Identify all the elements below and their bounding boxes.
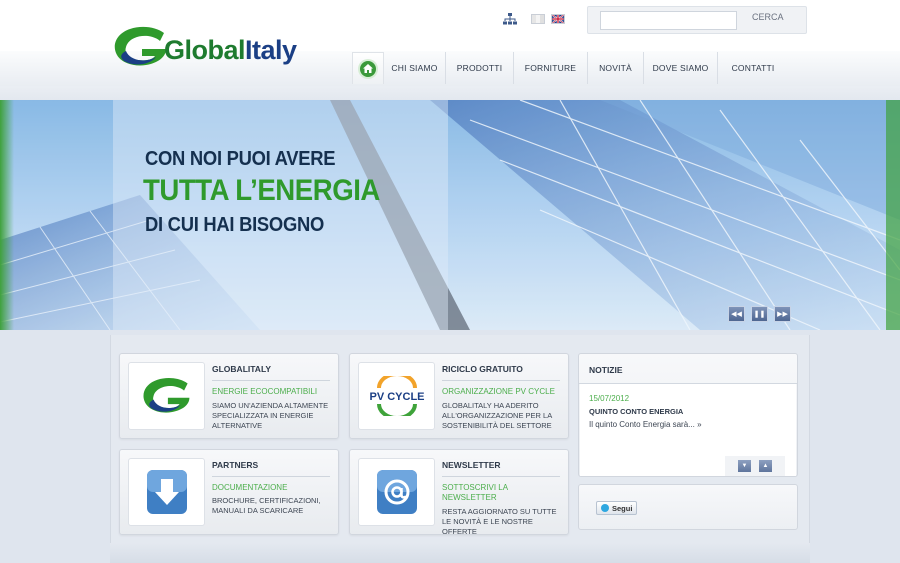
card-subtitle[interactable]: SOTTOSCRIVI LA NEWSLETTER — [442, 483, 552, 503]
main-nav: CHI SIAMO PRODOTTI FORNITURE NOVITÀ DOVE… — [352, 52, 788, 84]
card-text: GLOBALITALY HA ADERITO ALL'ORGANIZZAZION… — [442, 401, 552, 430]
top-utility-icons — [503, 13, 565, 25]
card-subtitle[interactable]: ENERGIE ECOCOMPATIBILI — [212, 387, 332, 397]
flag-uk-icon[interactable] — [551, 14, 565, 24]
card-thumb: PV CYCLE — [358, 362, 435, 430]
divider — [442, 476, 560, 477]
nav-item-dove-siamo[interactable]: DOVE SIAMO — [644, 52, 718, 84]
search-box: CERCA — [587, 6, 807, 34]
nav-home[interactable] — [352, 52, 384, 84]
globalitaly-logo-icon — [142, 377, 189, 413]
news-date: 15/07/2012 — [589, 394, 630, 403]
nav-item-chi-siamo[interactable]: CHI SIAMO — [384, 52, 446, 84]
news-box: NOTIZIE 15/07/2012 QUINTO CONTO ENERGIA … — [578, 353, 798, 477]
news-excerpt[interactable]: Il quinto Conto Energia sarà... » — [589, 420, 702, 429]
news-title: NOTIZIE — [589, 365, 623, 375]
social-box: Segui — [578, 484, 798, 530]
next-icon[interactable]: ▶▶ — [774, 306, 791, 322]
card-partners[interactable]: PARTNERS DOCUMENTAZIONE BROCHURE, CERTIF… — [119, 449, 339, 535]
card-title: RICICLO GRATUITO — [442, 364, 523, 374]
card-globalitaly[interactable]: GLOBALITALY ENERGIE ECOCOMPATIBILI SIAMO… — [119, 353, 339, 439]
card-title: PARTNERS — [212, 460, 259, 470]
card-subtitle[interactable]: DOCUMENTAZIONE — [212, 483, 332, 493]
twitter-follow-button[interactable]: Segui — [596, 501, 638, 515]
hero-headline-line1: CON NOI PUOI AVERE — [145, 148, 336, 170]
card-title: GLOBALITALY — [212, 364, 272, 374]
pv-cycle-logo-text: PV CYCLE — [369, 391, 424, 403]
card-newsletter[interactable]: NEWSLETTER SOTTOSCRIVI LA NEWSLETTER RES… — [349, 449, 569, 536]
logo-global: Global — [164, 34, 246, 65]
arrow-up-icon[interactable]: ▲ — [759, 460, 772, 472]
divider — [212, 476, 330, 477]
arrow-down-icon[interactable]: ▼ — [738, 460, 751, 472]
follow-label: Segui — [612, 503, 633, 513]
search-button[interactable]: CERCA — [752, 12, 784, 22]
previous-icon[interactable]: ◀◀ — [728, 306, 745, 322]
content-bottom-strip — [110, 543, 810, 563]
card-text: RESTA AGGIORNATO SU TUTTE LE NOVITÀ E LE… — [442, 507, 557, 536]
hero-slider: CON NOI PUOI AVERE TUTTA L’ENERGIA DI CU… — [0, 100, 900, 330]
slider-controls: ◀◀ ❚❚ ▶▶ — [728, 306, 791, 322]
hero-headline-line3: DI CUI HAI BISOGNO — [145, 214, 325, 236]
site-logo[interactable]: GlobalItaly — [112, 22, 297, 72]
news-scroll-controls: ▼ ▲ — [725, 456, 785, 476]
card-title: NEWSLETTER — [442, 460, 501, 470]
search-input[interactable] — [600, 11, 737, 30]
pv-cycle-logo-icon: PV CYCLE — [369, 376, 424, 416]
card-text: BROCHURE, CERTIFICAZIONI, MANUALI DA SCA… — [212, 496, 321, 515]
card-thumb — [358, 458, 435, 526]
pause-icon[interactable]: ❚❚ — [751, 306, 768, 322]
logo-italy: Italy — [245, 34, 297, 65]
twitter-icon — [601, 504, 609, 512]
hero-headline-line2: TUTTA L’ENERGIA — [143, 174, 380, 207]
nav-item-forniture[interactable]: FORNITURE — [514, 52, 588, 84]
card-thumb — [128, 362, 205, 430]
nav-item-prodotti[interactable]: PRODOTTI — [446, 52, 514, 84]
download-icon — [146, 470, 187, 514]
flag-italy-icon[interactable] — [531, 14, 545, 24]
divider — [442, 380, 560, 381]
card-text: SIAMO UN'AZIENDA ALTAMENTE SPECIALIZZATA… — [212, 401, 329, 430]
card-riciclo-gratuito[interactable]: PV CYCLE RICICLO GRATUITO ORGANIZZAZIONE… — [349, 353, 569, 439]
logo-wordmark: GlobalItaly — [164, 35, 297, 66]
news-headline[interactable]: QUINTO CONTO ENERGIA — [589, 407, 683, 416]
card-subtitle[interactable]: ORGANIZZAZIONE PV CYCLE — [442, 387, 562, 397]
nav-item-novita[interactable]: NOVITÀ — [588, 52, 644, 84]
email-at-icon — [376, 470, 417, 514]
site-header: GlobalItaly CERCA CHI SIAMO PRODOTTI FOR… — [0, 0, 900, 100]
nav-item-contatti[interactable]: CONTATTI — [718, 52, 788, 84]
divider — [212, 380, 330, 381]
sitemap-icon[interactable] — [503, 13, 517, 25]
logo-g-icon — [114, 26, 166, 66]
card-thumb — [128, 458, 205, 526]
home-icon — [360, 60, 376, 77]
